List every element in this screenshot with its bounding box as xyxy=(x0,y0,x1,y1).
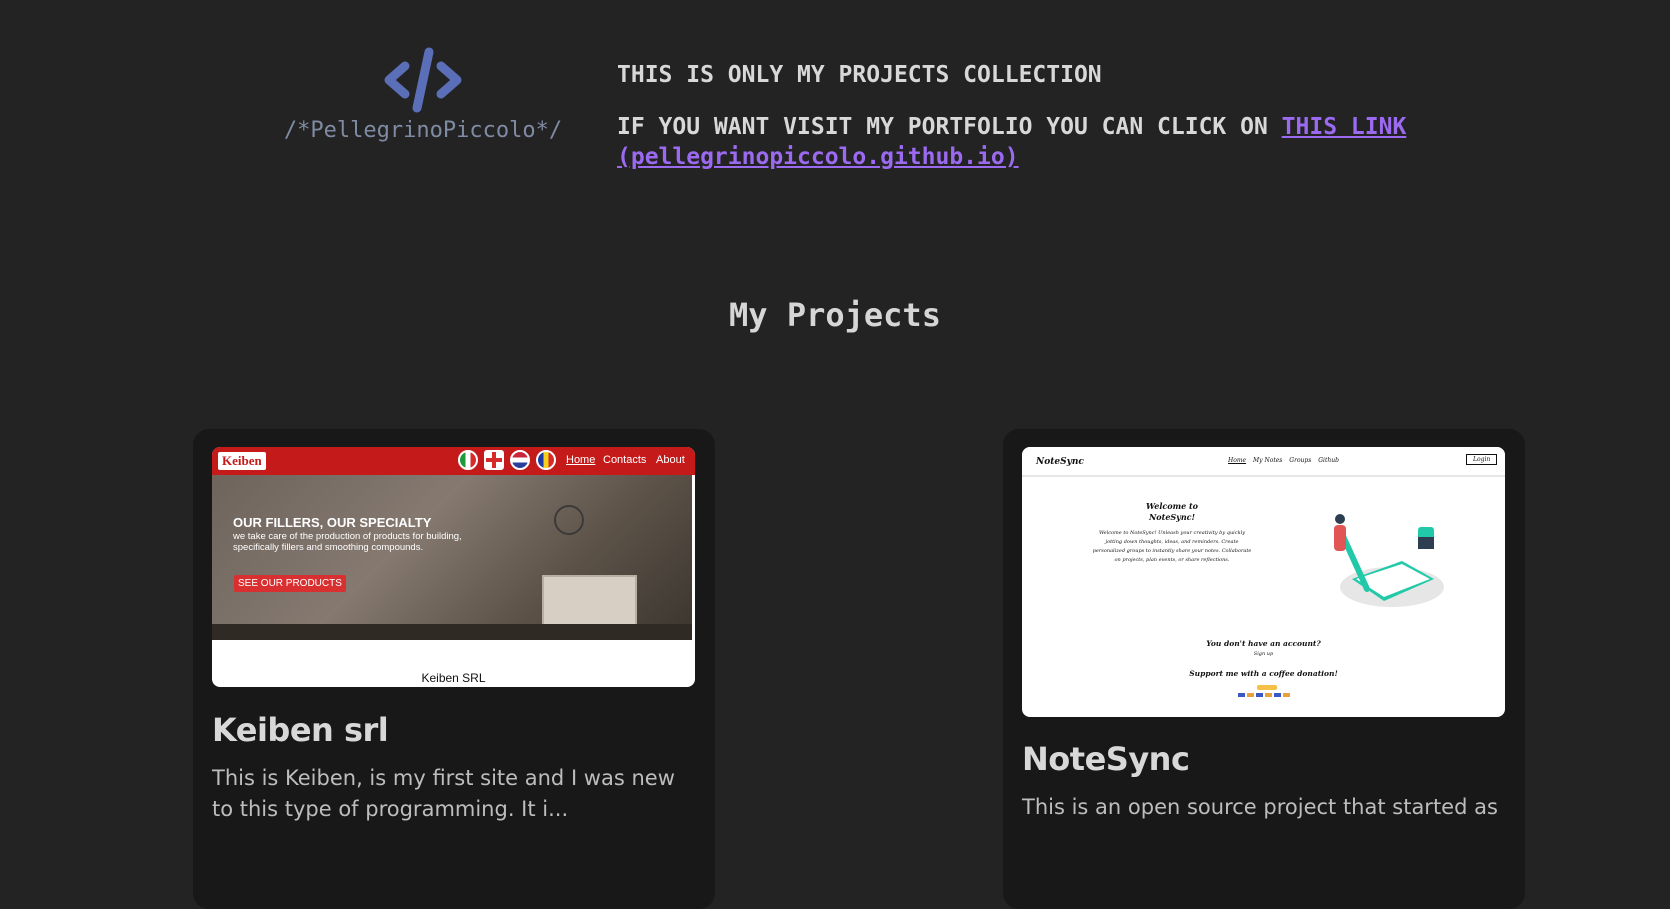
notesync-login-button: Login xyxy=(1466,454,1498,465)
shelf-image xyxy=(542,575,637,630)
notesync-navbar: NoteSync Home My Notes Groups Github Log… xyxy=(1022,447,1505,477)
notesync-nav-groups: Groups xyxy=(1289,457,1312,464)
notesync-support: Support me with a coffee donation! xyxy=(1189,669,1338,678)
notesync-nav-mynotes: My Notes xyxy=(1253,457,1283,464)
notesync-nav-github: Github xyxy=(1318,457,1339,464)
flag-english-icon xyxy=(484,450,504,470)
notesync-welcome: Welcome to NoteSync! Welcome to NoteSync… xyxy=(1092,501,1252,565)
site-logo[interactable]: /*PellegrinoPiccolo*/ xyxy=(262,44,584,143)
intro-line-2: IF YOU WANT VISIT MY PORTFOLIO YOU CAN C… xyxy=(617,112,1477,172)
keiben-logo: Keiben xyxy=(218,452,266,470)
logo-text: /*PellegrinoPiccolo*/ xyxy=(283,118,563,143)
intro-text: THIS IS ONLY MY PROJECTS COLLECTION IF Y… xyxy=(617,60,1477,194)
project-description: This is Keiben, is my first site and I w… xyxy=(212,766,675,821)
keiben-subtext: we take care of the production of produc… xyxy=(233,531,462,553)
flag-romana-icon xyxy=(536,450,556,470)
notesync-no-account: You don't have an account? xyxy=(1206,639,1321,648)
flag-italiano-icon xyxy=(458,450,478,470)
clock-icon xyxy=(554,505,584,535)
intro-line-2-prefix: IF YOU WANT VISIT MY PORTFOLIO YOU CAN C… xyxy=(617,114,1282,140)
keiben-navbar: Keiben Home Contacts About xyxy=(212,447,695,475)
notesync-welcome-title: Welcome to NoteSync! xyxy=(1145,501,1199,522)
notebook-illustration-icon xyxy=(1334,514,1444,607)
notesync-brand: NoteSync xyxy=(1036,457,1084,467)
keiben-nav-about: About xyxy=(656,454,685,466)
project-thumbnail-notesync[interactable]: NoteSync Home My Notes Groups Github Log… xyxy=(1022,447,1505,717)
notesync-nav-home: Home xyxy=(1228,457,1247,464)
keiben-nav-home: Home xyxy=(566,454,596,466)
notesync-welcome-text: Welcome to NoteSync! Unleash your creati… xyxy=(1092,530,1252,563)
project-description: This is an open source project that star… xyxy=(1022,795,1498,819)
keiben-headline: OUR FILLERS, OUR SPECIALTY xyxy=(233,515,432,530)
project-card-keiben[interactable]: Keiben Home Contacts About OUR FILLERS, … xyxy=(193,429,715,909)
project-card-notesync[interactable]: NoteSync Home My Notes Groups Github Log… xyxy=(1003,429,1525,909)
keiben-hero-image: OUR FILLERS, OUR SPECIALTY we take care … xyxy=(212,475,692,640)
keiben-footer: Keiben SRL xyxy=(421,671,486,685)
code-icon xyxy=(384,47,462,113)
keiben-nav-contacts: Contacts xyxy=(603,454,647,466)
notesync-nav-links: Home My Notes Groups Github xyxy=(1228,457,1344,464)
keiben-products-button: SEE OUR PRODUCTS xyxy=(234,575,346,592)
project-thumbnail-keiben[interactable]: Keiben Home Contacts About OUR FILLERS, … xyxy=(212,447,695,687)
notesync-signup: Sign up xyxy=(1253,651,1274,657)
intro-line-1: THIS IS ONLY MY PROJECTS COLLECTION xyxy=(617,62,1102,88)
paypal-donate-icon xyxy=(1257,685,1277,690)
section-title: My Projects xyxy=(729,296,941,334)
project-title[interactable]: NoteSync xyxy=(1022,740,1190,778)
flag-nederlands-icon xyxy=(510,450,530,470)
project-title[interactable]: Keiben srl xyxy=(212,711,389,749)
payment-cards-icon xyxy=(1238,693,1292,697)
